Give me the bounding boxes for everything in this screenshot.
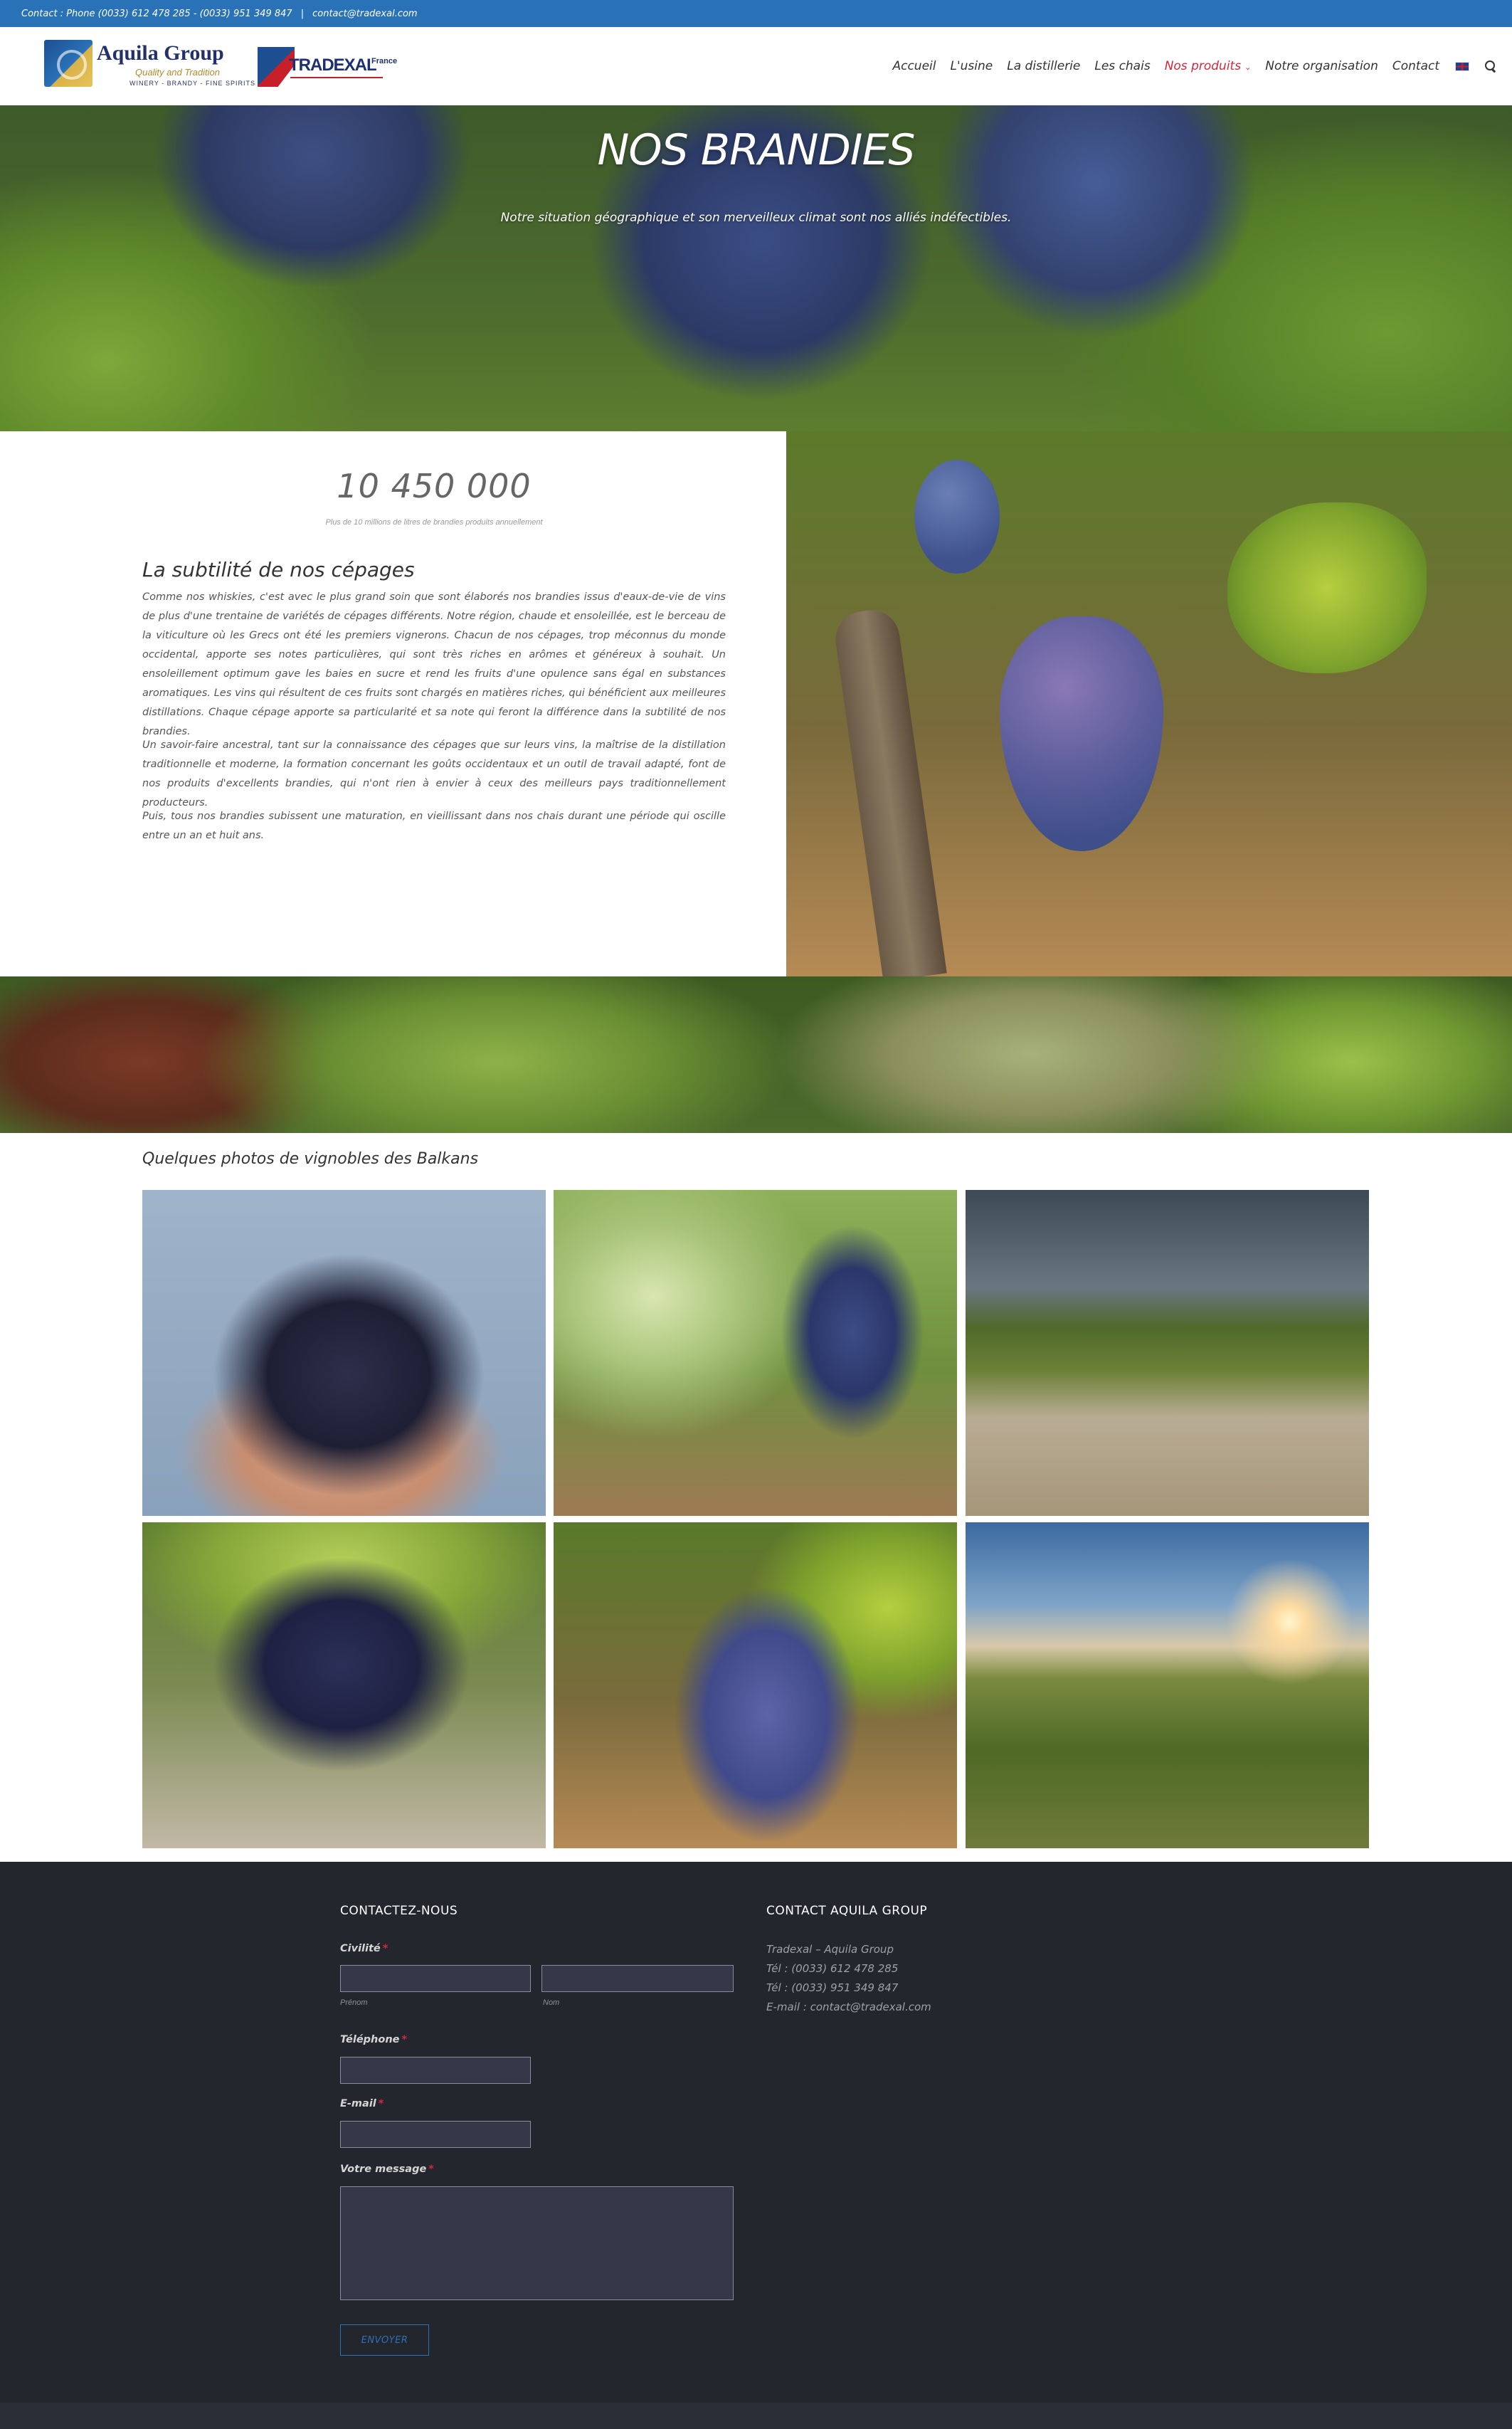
hero-subtitle: Notre situation géographique et son merv… (500, 211, 1012, 225)
site-header: Aquila Group Quality and Tradition WINER… (0, 27, 1512, 105)
intro-paragraph: Un savoir-faire ancestral, tant sur la c… (142, 739, 726, 808)
message-label: Votre message * (340, 2164, 434, 2175)
nav-distillerie[interactable]: La distillerie (1007, 59, 1080, 73)
gallery-title: Quelques photos de vignobles des Balkans (142, 1150, 479, 1168)
required-mark: * (401, 2034, 408, 2045)
required-mark: * (378, 2098, 384, 2109)
message-textarea[interactable] (340, 2186, 734, 2300)
main-navigation: Accueil L'usine La distillerie Les chais… (878, 27, 1496, 105)
intro-paragraph: Comme nos whiskies, c'est avec le plus g… (142, 591, 726, 737)
email-field[interactable] (340, 2121, 531, 2148)
nav-usine[interactable]: L'usine (951, 59, 993, 73)
nom-field[interactable] (541, 1965, 734, 1992)
site-footer (0, 1862, 1512, 2403)
email-label: E-mail * (340, 2098, 384, 2109)
aquila-eagle-mark (44, 40, 92, 87)
search-icon[interactable] (1485, 60, 1496, 72)
prenom-hint: Prénom (340, 1998, 368, 2007)
civilite-label: Civilité * (340, 1943, 388, 1954)
nom-hint: Nom (543, 1998, 560, 2007)
tradexal-logo[interactable]: TRADEXAL France (258, 47, 400, 90)
intro-paragraph: Puis, tous nos brandies subissent une ma… (142, 811, 726, 841)
contact-info-title: CONTACT AQUILA GROUP (766, 1904, 928, 1918)
contact-phone-2: Tél : (0033) 951 349 847 (766, 1981, 899, 1994)
phone-field[interactable] (340, 2057, 531, 2084)
contact-email[interactable]: E-mail : contact@tradexal.com (766, 2001, 931, 2013)
section-heading: La subtilité de nos cépages (142, 558, 415, 581)
uk-flag-icon[interactable] (1455, 61, 1469, 71)
submit-button[interactable]: ENVOYER (340, 2324, 429, 2356)
nav-organisation[interactable]: Notre organisation (1265, 59, 1378, 73)
gallery-photo-grape-bunch[interactable] (554, 1522, 957, 1848)
topbar-separator: | (300, 8, 305, 19)
topbar-phone: Contact : Phone (0033) 612 478 285 - (00… (21, 8, 292, 19)
top-contact-bar: Contact : Phone (0033) 612 478 285 - (00… (0, 0, 1512, 27)
gallery-photo-vineyard-path[interactable] (966, 1190, 1369, 1516)
nav-contact[interactable]: Contact (1392, 59, 1439, 73)
gallery-photo-vineyard-sunset[interactable] (966, 1522, 1369, 1848)
gallery-photo-grape-clusters[interactable] (142, 1522, 546, 1848)
prenom-field[interactable] (340, 1965, 531, 1992)
aquila-group-logo[interactable]: Aquila Group Quality and Tradition WINER… (44, 37, 255, 91)
nav-chais[interactable]: Les chais (1094, 59, 1150, 73)
counter-label: Plus de 10 millions de litres de brandie… (325, 518, 543, 527)
chevron-down-icon: ⌄ (1244, 63, 1252, 72)
production-counter: 10 450 000 (337, 467, 532, 505)
contact-phone-1: Tél : (0033) 612 478 285 (766, 1962, 899, 1975)
nav-nos-produits[interactable]: Nos produits ⌄ (1165, 59, 1252, 73)
gallery-photo-hands-grapes[interactable] (142, 1190, 546, 1516)
footer-bottom-bar (0, 2403, 1512, 2429)
required-mark: * (428, 2164, 434, 2175)
required-mark: * (382, 1943, 388, 1954)
gallery-photo-vine-row[interactable] (554, 1190, 957, 1516)
topbar-email-link[interactable]: contact@tradexal.com (312, 9, 417, 19)
grape-vine-photo (786, 431, 1512, 976)
contact-company: Tradexal – Aquila Group (766, 1943, 894, 1956)
vine-leaves-banner (0, 976, 1512, 1133)
nav-accueil[interactable]: Accueil (892, 59, 936, 73)
contact-form-title: CONTACTEZ-NOUS (340, 1904, 458, 1918)
page-title: NOS BRANDIES (597, 125, 916, 175)
phone-label: Téléphone * (340, 2034, 408, 2045)
